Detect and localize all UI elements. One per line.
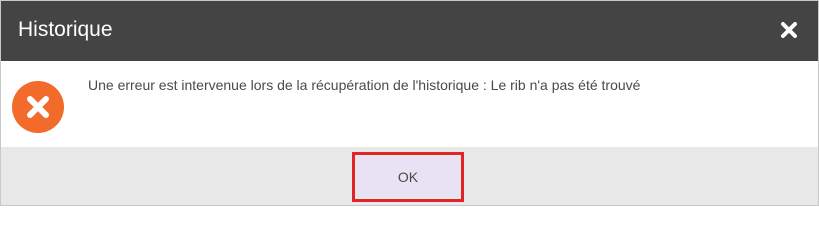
close-icon — [781, 22, 797, 38]
error-dialog: Historique Une erreur est intervenue lor… — [0, 0, 819, 206]
dialog-body: Une erreur est intervenue lors de la réc… — [1, 61, 818, 147]
dialog-footer: OK — [1, 147, 818, 205]
dialog-titlebar: Historique — [1, 1, 818, 61]
dialog-title: Historique — [18, 18, 113, 41]
error-x-icon — [12, 81, 64, 133]
error-message: Une erreur est intervenue lors de la réc… — [88, 77, 641, 93]
ok-button[interactable]: OK — [357, 157, 459, 197]
close-button[interactable] — [778, 19, 800, 41]
